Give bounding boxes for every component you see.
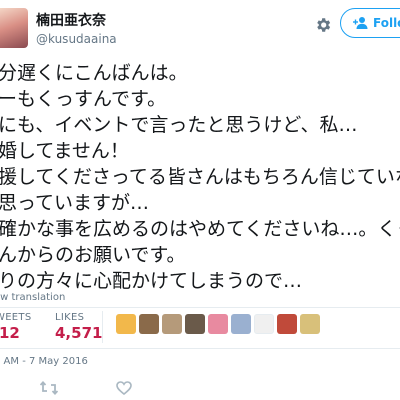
retweets-count[interactable]: 12	[0, 324, 20, 342]
tweet-text: 分遅くにこんばんは。 ーもくっすんです。 にも、イベントで言ったと思うけど、私……	[0, 60, 400, 294]
tweet-line: 婚してません！	[0, 140, 129, 162]
user-handle[interactable]: @kusudaaina	[36, 32, 117, 46]
tweet-line: 確かな事を広めるのはやめてくださいね…。くっ	[0, 218, 400, 240]
view-translation-link[interactable]: ew translation	[0, 292, 65, 303]
liker-avatar[interactable]	[139, 314, 159, 334]
liker-avatar[interactable]	[277, 314, 297, 334]
tweet-line: 分遅くにこんばんは。	[0, 62, 188, 84]
profile-avatar[interactable]	[0, 8, 28, 48]
liker-avatar[interactable]	[208, 314, 228, 334]
tweet-line: 思っていますが…	[0, 192, 150, 214]
tweet-line: んからのお願いです。	[0, 244, 186, 266]
tweet-line: りの方々に心配かけてしまうので…	[0, 270, 303, 292]
liker-avatar[interactable]	[254, 314, 274, 334]
tweet-line: 援してくださってる皆さんはもちろん信じていない	[0, 166, 400, 188]
divider	[0, 307, 400, 308]
tweet-timestamp[interactable]: 3 AM - 7 May 2016	[0, 356, 88, 367]
tweet-line: ーもくっすんです。	[0, 88, 167, 110]
heart-icon[interactable]	[116, 380, 132, 399]
likes-label[interactable]: LIKES	[55, 312, 84, 323]
stats-separator	[102, 311, 103, 343]
follow-label: Follow	[373, 16, 400, 30]
display-name[interactable]: 楠田亜衣奈	[36, 10, 106, 30]
likes-count[interactable]: 4,571	[55, 324, 102, 342]
retweets-label[interactable]: WEETS	[0, 312, 31, 323]
follow-button[interactable]: Follow	[340, 8, 400, 38]
tweet-line: にも、イベントで言ったと思うけど、私…	[0, 114, 358, 136]
retweet-icon[interactable]	[39, 380, 59, 399]
liker-avatar[interactable]	[185, 314, 205, 334]
liker-avatar[interactable]	[116, 314, 136, 334]
add-user-icon	[353, 17, 368, 29]
liker-avatar[interactable]	[300, 314, 320, 334]
liker-avatars	[116, 314, 320, 334]
divider	[0, 348, 400, 349]
liker-avatar[interactable]	[231, 314, 251, 334]
liker-avatar[interactable]	[162, 314, 182, 334]
gear-icon[interactable]	[310, 12, 336, 38]
